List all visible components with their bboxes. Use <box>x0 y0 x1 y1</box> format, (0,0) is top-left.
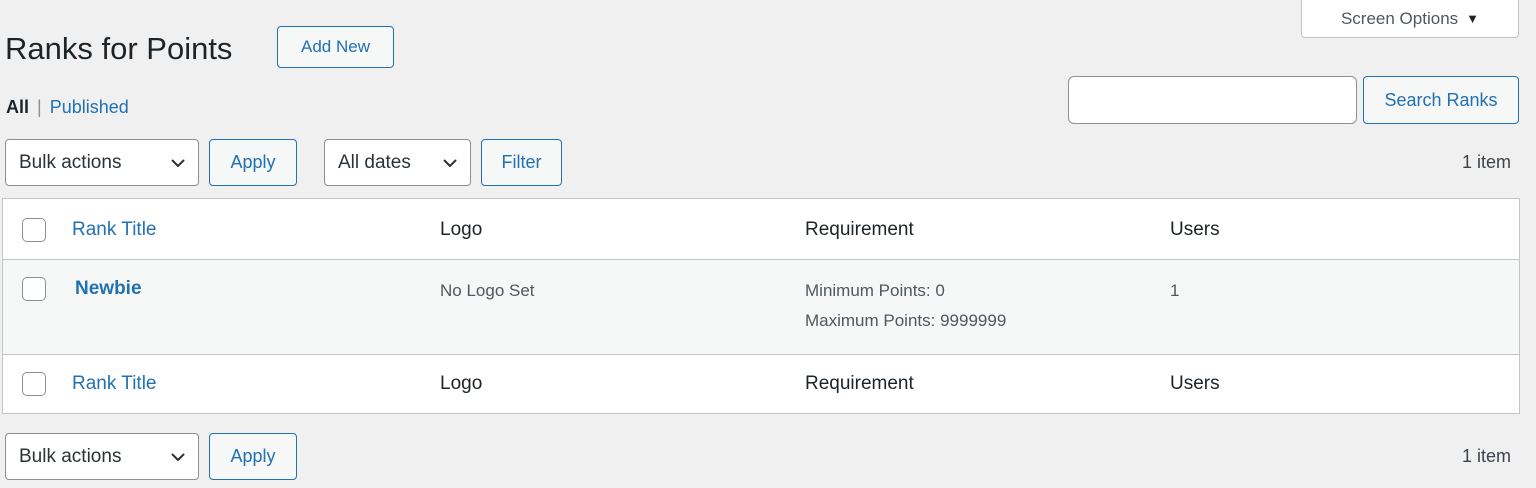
table-header-row: Rank Title Logo Requirement Users <box>3 199 1519 260</box>
footer-column-users: Users <box>1170 373 1220 394</box>
add-new-button[interactable]: Add New <box>277 26 394 68</box>
screen-options-label: Screen Options <box>1340 8 1459 28</box>
bulk-actions-select-bottom[interactable]: Bulk actions <box>5 433 199 480</box>
rank-users: 1 <box>1170 281 1180 300</box>
apply-button-bottom[interactable]: Apply <box>209 433 297 480</box>
footer-column-logo: Logo <box>440 373 483 394</box>
column-users: Users <box>1170 219 1220 240</box>
rank-logo: No Logo Set <box>440 281 535 300</box>
table-row: Newbie No Logo Set Minimum Points: 0 Max… <box>3 260 1519 354</box>
row-checkbox[interactable] <box>22 277 46 301</box>
bulk-actions-label: Bulk actions <box>19 445 122 467</box>
caret-down-icon: ▼ <box>1466 11 1480 26</box>
bulk-actions-label: Bulk actions <box>19 151 122 173</box>
item-count-bottom: 1 item <box>1462 446 1512 466</box>
view-all[interactable]: All <box>6 97 29 118</box>
view-filters: All | Published <box>6 97 129 118</box>
item-count-top: 1 item <box>1462 152 1512 172</box>
screen-options-button[interactable]: Screen Options ▼ <box>1301 0 1519 38</box>
ranks-table: Rank Title Logo Requirement Users Newbie… <box>2 198 1520 414</box>
column-requirement: Requirement <box>805 219 914 240</box>
dates-filter-select[interactable]: All dates <box>324 139 471 186</box>
rank-requirement-min: Minimum Points: 0 <box>805 281 945 300</box>
rank-requirement-max: Maximum Points: 9999999 <box>805 311 1007 330</box>
column-rank-title[interactable]: Rank Title <box>72 219 156 241</box>
view-published[interactable]: Published <box>50 97 129 118</box>
select-all-checkbox[interactable] <box>22 218 46 242</box>
view-separator: | <box>37 97 42 117</box>
chevron-down-icon <box>171 159 185 167</box>
chevron-down-icon <box>171 453 185 461</box>
bulk-actions-select-top[interactable]: Bulk actions <box>5 139 199 186</box>
search-input[interactable] <box>1068 76 1357 124</box>
page-title: Ranks for Points <box>5 31 233 66</box>
column-logo: Logo <box>440 219 483 240</box>
footer-column-rank-title[interactable]: Rank Title <box>72 373 156 395</box>
rank-title-link[interactable]: Newbie <box>75 278 142 300</box>
filter-button[interactable]: Filter <box>481 139 562 186</box>
apply-button-top[interactable]: Apply <box>209 139 297 186</box>
table-footer-row: Rank Title Logo Requirement Users <box>3 354 1519 413</box>
footer-column-requirement: Requirement <box>805 373 914 394</box>
select-all-checkbox-footer[interactable] <box>22 372 46 396</box>
chevron-down-icon <box>443 159 457 167</box>
dates-label: All dates <box>338 151 411 173</box>
search-ranks-button[interactable]: Search Ranks <box>1363 76 1519 124</box>
